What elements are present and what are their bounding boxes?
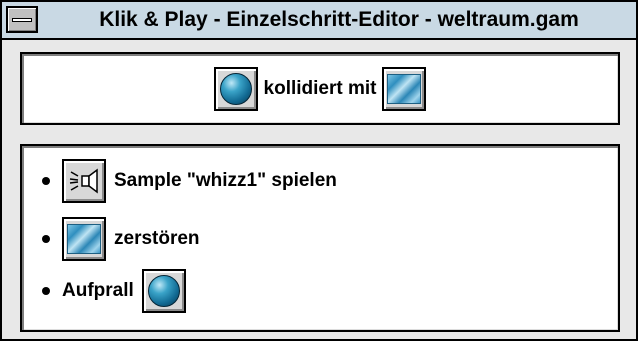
- system-menu-button[interactable]: [6, 6, 38, 33]
- window-title: Klik & Play - Einzelschritt-Editor - wel…: [99, 8, 579, 31]
- action-row-play-sample[interactable]: Sample "whizz1" spielen: [42, 158, 337, 204]
- actions-panel: Sample "whizz1" spielen zerstören Aufpra…: [20, 144, 620, 332]
- condition-subject-button[interactable]: [213, 66, 258, 111]
- condition-relation-label: kollidiert mit: [263, 77, 377, 99]
- action-label: Aufprall: [62, 280, 134, 301]
- bullet: [42, 287, 50, 295]
- step-editor-window: Klik & Play - Einzelschritt-Editor - wel…: [0, 0, 638, 341]
- blue-wall-tile-icon: [387, 73, 422, 104]
- action-sound-button[interactable]: [62, 159, 106, 203]
- action-label: Sample "whizz1" spielen: [114, 170, 337, 191]
- action-label: zerstören: [114, 228, 200, 249]
- action-row-bounce[interactable]: Aufprall: [42, 268, 186, 314]
- bullet: [42, 235, 50, 243]
- bullet: [42, 177, 50, 185]
- title-bar[interactable]: Klik & Play - Einzelschritt-Editor - wel…: [2, 2, 636, 40]
- blue-ball-icon: [219, 72, 252, 105]
- condition-row[interactable]: kollidiert mit: [22, 54, 618, 123]
- condition-panel: kollidiert mit: [20, 52, 620, 125]
- minus-bar-icon: [12, 18, 32, 22]
- action-object-button[interactable]: [141, 269, 186, 313]
- action-object-button[interactable]: [62, 217, 106, 261]
- condition-object-button[interactable]: [382, 66, 427, 111]
- blue-ball-icon: [147, 275, 180, 307]
- action-row-destroy[interactable]: zerstören: [42, 216, 200, 262]
- blue-wall-tile-icon: [67, 224, 101, 254]
- speaker-icon: [69, 168, 98, 194]
